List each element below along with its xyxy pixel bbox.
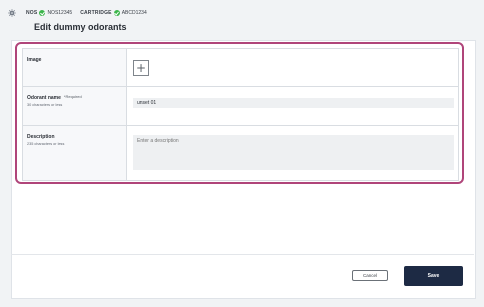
cancel-button[interactable]: Cancel bbox=[352, 270, 388, 281]
check-status-icon bbox=[113, 10, 120, 16]
focus-highlight-outline bbox=[15, 42, 464, 184]
save-button[interactable]: Save bbox=[404, 266, 463, 286]
footer-divider bbox=[11, 254, 474, 255]
check-status-icon bbox=[39, 10, 46, 16]
breadcrumb-value-nos[interactable]: NOS12345 bbox=[47, 10, 72, 16]
header: NOS NOS12345 CARTRIDGE ABCD1234 Edit dum… bbox=[0, 0, 484, 44]
page-title: Edit dummy odorants bbox=[34, 22, 127, 32]
breadcrumb-value-cartridge[interactable]: ABCD1234 bbox=[122, 10, 147, 16]
breadcrumb-key-cartridge: CARTRIDGE bbox=[80, 10, 112, 16]
device-icon bbox=[8, 9, 16, 17]
breadcrumb-key-nos: NOS bbox=[26, 10, 38, 16]
breadcrumb: NOS NOS12345 CARTRIDGE ABCD1234 bbox=[26, 8, 155, 18]
